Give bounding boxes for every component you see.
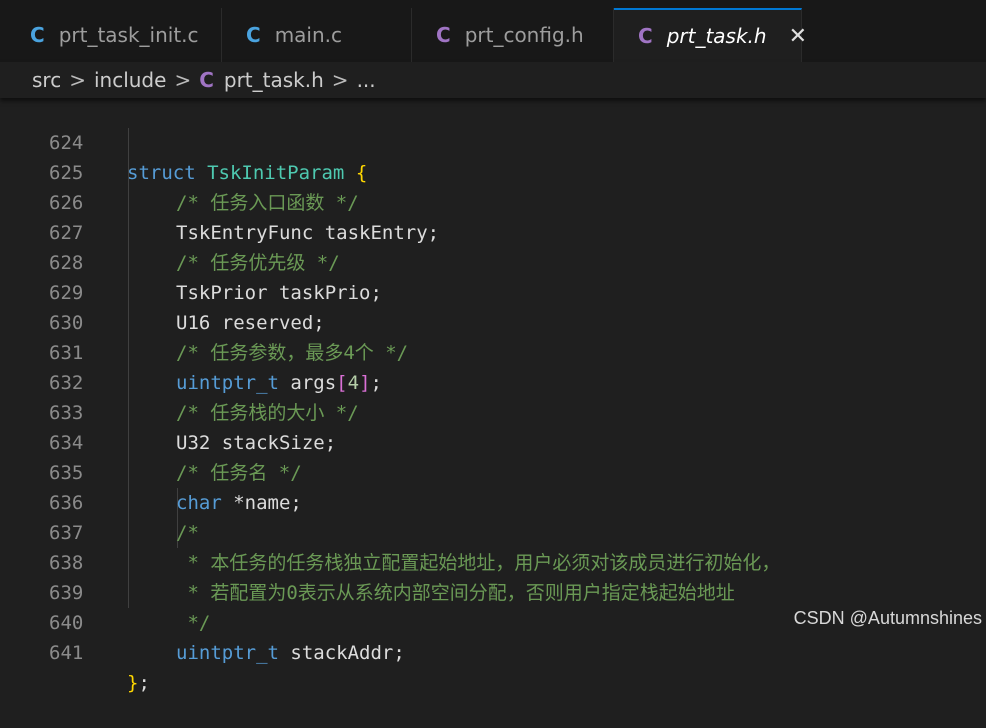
- tab-label: prt_config.h: [464, 23, 584, 47]
- code-line[interactable]: 629 U16 reserved;: [0, 248, 986, 334]
- tab-label: main.c: [274, 23, 343, 47]
- code-text: uintptr_t stackAddr;: [176, 638, 405, 668]
- field-name: stackAddr;: [278, 642, 405, 664]
- code-line[interactable]: 633 U32 stackSize;: [0, 368, 986, 454]
- tab-label: prt_task.h: [666, 24, 767, 48]
- line-number: 641: [49, 642, 84, 664]
- code-line[interactable]: 630 /* 任务参数，最多4个 */: [0, 278, 986, 364]
- code-line[interactable]: 627 /* 任务优先级 */: [0, 188, 986, 274]
- c-file-icon: C: [246, 23, 261, 47]
- code-line[interactable]: 626 TskEntryFunc taskEntry;: [0, 158, 986, 244]
- tab-main-c[interactable]: C main.c: [222, 8, 412, 62]
- chevron-right-icon: >: [69, 68, 86, 92]
- chevron-right-icon: >: [331, 68, 349, 92]
- code-line[interactable]: 632 /* 任务栈的大小 */: [0, 338, 986, 424]
- code-line[interactable]: 634 /* 任务名 */: [0, 398, 986, 484]
- tab-prt-task-h[interactable]: C prt_task.h ✕: [614, 8, 807, 62]
- code-line[interactable]: 631 uintptr_t args[4];: [0, 308, 986, 394]
- tab-bar: C prt_task_init.c C main.c C prt_config.…: [0, 0, 986, 62]
- code-line[interactable]: 625 /* 任务入口函数 */: [0, 128, 986, 214]
- code-line[interactable]: 640 uintptr_t stackAddr;: [0, 578, 986, 664]
- brace: }: [127, 672, 139, 694]
- code-line[interactable]: 635 char *name;: [0, 428, 986, 514]
- breadcrumb-item-symbol[interactable]: ...: [357, 68, 376, 92]
- breadcrumb-item-file[interactable]: prt_task.h: [224, 68, 324, 92]
- breadcrumb: src > include > C prt_task.h > ...: [0, 62, 986, 98]
- tab-prt-config-h[interactable]: C prt_config.h: [412, 8, 614, 62]
- code-editor[interactable]: 624 struct TskInitParam { 625 /* 任务入口函数 …: [0, 98, 986, 694]
- watermark: CSDN @Autumnshines: [793, 608, 982, 628]
- c-file-icon: C: [30, 23, 45, 47]
- code-line[interactable]: 624 struct TskInitParam {: [0, 98, 986, 184]
- breadcrumb-item-src[interactable]: src: [32, 68, 61, 92]
- semicolon: ;: [138, 672, 150, 694]
- c-file-icon: C: [199, 68, 214, 92]
- breadcrumb-item-include[interactable]: include: [94, 68, 166, 92]
- c-file-icon: C: [436, 23, 451, 47]
- c-file-icon: C: [638, 24, 653, 48]
- code-text: };: [127, 668, 150, 698]
- code-line[interactable]: 638 * 若配置为0表示从系统内部空间分配，否则用户指定栈起始地址: [0, 518, 986, 604]
- type-name: uintptr_t: [176, 642, 279, 664]
- tab-prt-task-init-c[interactable]: C prt_task_init.c: [0, 8, 222, 62]
- chevron-right-icon: >: [174, 68, 192, 92]
- tab-label: prt_task_init.c: [58, 23, 199, 47]
- code-line[interactable]: 636 /*: [0, 458, 986, 544]
- code-line[interactable]: 628 TskPrior taskPrio;: [0, 218, 986, 304]
- code-line[interactable]: 639 */: [0, 548, 986, 634]
- code-line[interactable]: 637 * 本任务的任务栈独立配置起始地址，用户必须对该成员进行初始化，: [0, 488, 986, 574]
- close-icon[interactable]: ✕: [789, 24, 807, 49]
